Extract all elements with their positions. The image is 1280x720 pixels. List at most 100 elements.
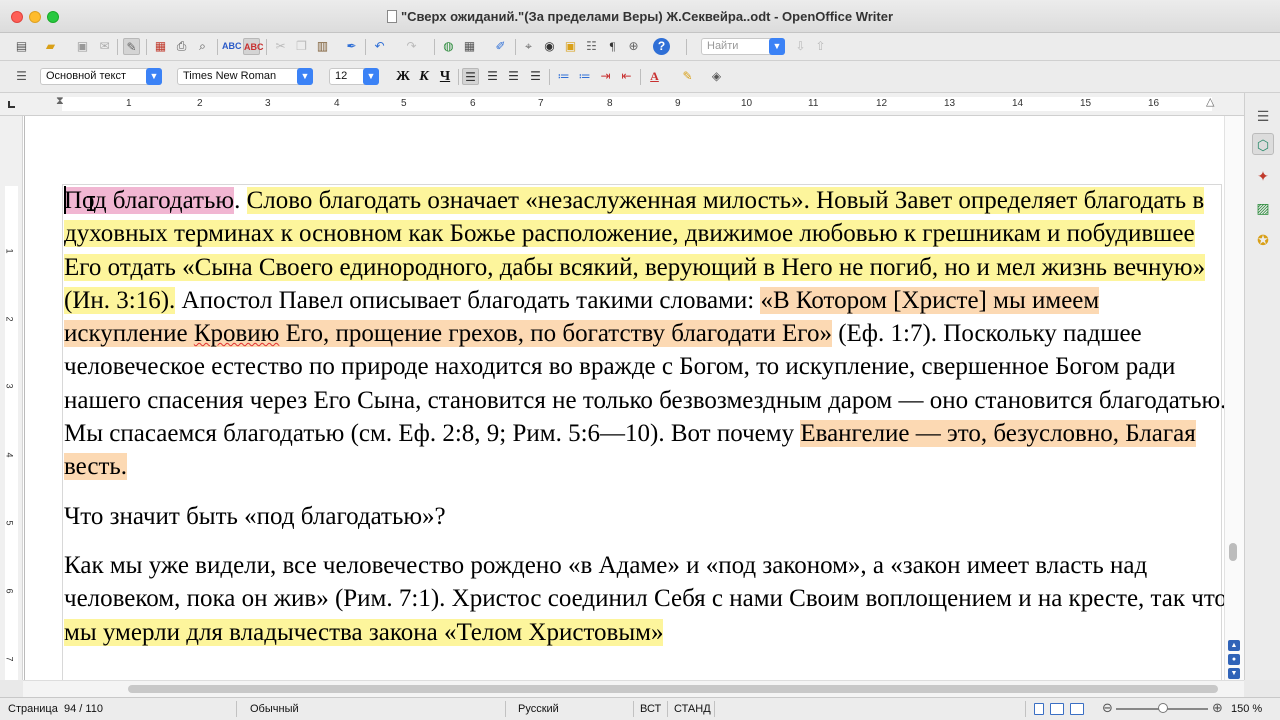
multi-page-view-icon[interactable]	[1050, 703, 1064, 715]
find-input[interactable]: Найти ▼	[701, 38, 785, 55]
open-icon[interactable]: ▰	[42, 38, 59, 55]
format-paintbrush-icon[interactable]: ✒	[343, 38, 360, 55]
export-pdf-icon[interactable]: ▦	[152, 38, 169, 55]
sidebar: ☰ ⬡ ✦ ▨ ✪	[1244, 93, 1280, 680]
print-preview-icon[interactable]: ⌕	[194, 38, 211, 55]
font-name-dropdown-icon[interactable]: ▼	[297, 68, 313, 85]
help-icon[interactable]: ?	[653, 38, 670, 55]
increase-indent-icon[interactable]: ⇥	[597, 68, 614, 85]
copy-icon[interactable]: ❐	[293, 38, 310, 55]
zoom-out-icon[interactable]: ⊖	[1102, 700, 1113, 716]
font-size-dropdown-icon[interactable]: ▼	[363, 68, 379, 85]
hyperlink-icon[interactable]: ◍	[440, 38, 457, 55]
font-color-icon[interactable]: A	[646, 68, 663, 85]
edit-file-icon[interactable]: ✎	[123, 38, 140, 55]
paste-icon[interactable]: ▥	[314, 38, 331, 55]
italic-button[interactable]: К	[415, 68, 433, 86]
new-document-icon[interactable]: ▤	[13, 38, 30, 55]
background-color-icon[interactable]: ◈	[708, 68, 725, 85]
page-label: Страница	[8, 703, 58, 715]
bold-button[interactable]: Ж	[394, 68, 412, 86]
paragraph-question[interactable]: Что значит быть «под благодатью»?	[64, 500, 1229, 533]
book-view-icon[interactable]	[1070, 703, 1084, 715]
decrease-indent-icon[interactable]: ⇤	[618, 68, 635, 85]
vertical-scrollbar[interactable]: ▲ ● ▼	[1224, 116, 1244, 680]
find-replace-icon[interactable]: ⌖	[520, 38, 537, 55]
print-icon[interactable]: ⎙	[173, 38, 190, 55]
next-page-icon[interactable]: ▼	[1228, 668, 1240, 679]
zoom-slider-handle[interactable]	[1158, 703, 1168, 713]
previous-page-icon[interactable]: ▲	[1228, 640, 1240, 651]
save-icon[interactable]: ▣	[74, 38, 91, 55]
align-center-icon[interactable]: ☰	[484, 68, 501, 85]
properties-icon[interactable]: ⬡	[1252, 133, 1274, 155]
ruler-number: 13	[944, 98, 956, 109]
find-previous-icon[interactable]: ⇧	[812, 38, 829, 55]
ruler-band	[62, 97, 1212, 111]
horizontal-ruler[interactable]: 1 2 3 4 5 6 7 8 9 10 11 12 13 14 15 16 ⧗…	[0, 93, 1244, 116]
styles-formatting-icon[interactable]: ☰	[13, 68, 30, 85]
navigator-icon[interactable]: ✪	[1252, 229, 1274, 251]
document-icon	[386, 10, 397, 23]
navigator-icon[interactable]: ◉	[541, 38, 558, 55]
zoom-in-icon[interactable]: ⊕	[1212, 700, 1223, 716]
zoom-icon[interactable]: ⊕	[625, 38, 642, 55]
nonprinting-characters-icon[interactable]: ¶	[604, 38, 621, 55]
align-left-icon[interactable]: ☰	[462, 68, 479, 85]
numbering-icon[interactable]: ≔	[555, 68, 572, 85]
paragraph-adam[interactable]: Как мы уже видели, все человечество рожд…	[64, 549, 1229, 649]
find-dropdown-icon[interactable]: ▼	[769, 38, 785, 55]
font-size-select[interactable]: 12 ▼	[329, 68, 379, 85]
tab-type-icon[interactable]	[8, 101, 15, 108]
paragraph-style-select[interactable]: Основной текст ▼	[40, 68, 162, 85]
navigation-icon[interactable]: ●	[1228, 654, 1240, 665]
vertical-scroll-thumb[interactable]	[1229, 543, 1237, 561]
cut-icon[interactable]: ✂	[272, 38, 289, 55]
spelling-error[interactable]: Кровию	[194, 320, 280, 347]
find-next-icon[interactable]: ⇩	[792, 38, 809, 55]
document-canvas[interactable]: I Под благодатью. Слово благодать означа…	[23, 116, 1244, 680]
undo-icon[interactable]: ↶	[371, 38, 388, 55]
document-body[interactable]: I Под благодатью. Слово благодать означа…	[64, 184, 1229, 649]
horizontal-scrollbar[interactable]	[23, 680, 1244, 697]
page-style[interactable]: Обычный	[250, 703, 299, 715]
insert-mode[interactable]: ВСТ	[640, 703, 661, 715]
align-right-icon[interactable]: ☰	[505, 68, 522, 85]
styles-icon[interactable]: ✦	[1252, 165, 1274, 187]
paragraph-under-grace[interactable]: Под благодатью. Слово благодать означает…	[64, 184, 1229, 484]
bullets-icon[interactable]: ≔	[576, 68, 593, 85]
justify-icon[interactable]: ☰	[527, 68, 544, 85]
right-indent-marker[interactable]: △	[1206, 95, 1214, 108]
vruler-number: 5	[4, 520, 15, 526]
data-sources-icon[interactable]: ☷	[583, 38, 600, 55]
redo-icon[interactable]: ↷	[403, 38, 420, 55]
zoom-level[interactable]: 150 %	[1231, 703, 1262, 715]
underline-button[interactable]: Ч	[436, 68, 454, 86]
ruler-number: 14	[1012, 98, 1024, 109]
single-page-view-icon[interactable]	[1034, 703, 1044, 715]
left-indent-marker[interactable]: ⧗	[56, 95, 64, 108]
gallery-icon[interactable]: ▣	[562, 38, 579, 55]
table-icon[interactable]: ▦	[461, 38, 478, 55]
email-icon[interactable]: ✉	[96, 38, 113, 55]
font-size-value: 12	[335, 70, 348, 82]
auto-spellcheck-icon[interactable]: ABC	[243, 38, 264, 55]
font-name-select[interactable]: Times New Roman ▼	[177, 68, 313, 85]
language[interactable]: Русский	[518, 703, 559, 715]
draw-functions-icon[interactable]: ✐	[492, 38, 509, 55]
window-title-text: "Сверх ожиданий."(За пределами Веры) Ж.С…	[400, 9, 894, 24]
sidebar-menu-icon[interactable]: ☰	[1252, 105, 1274, 127]
vruler-number: 2	[4, 316, 15, 322]
vruler-number: 4	[4, 452, 15, 458]
highlighting-icon[interactable]: ✎	[679, 68, 696, 85]
horizontal-scroll-thumb[interactable]	[128, 685, 1218, 693]
page-count[interactable]: 94 / 110	[64, 703, 103, 715]
window-title: "Сверх ожиданий."(За пределами Веры) Ж.С…	[0, 9, 1280, 24]
vertical-ruler[interactable]: 1 2 3 4 5 6 7	[0, 116, 23, 680]
paragraph-style-dropdown-icon[interactable]: ▼	[146, 68, 162, 85]
spellcheck-icon[interactable]: ABC	[222, 38, 242, 55]
gallery-icon[interactable]: ▨	[1252, 197, 1274, 219]
vruler-number: 1	[4, 248, 15, 254]
highlight-died-to-law: мы умерли для владычества закона «Телом …	[64, 618, 664, 646]
selection-mode[interactable]: СТАНД	[674, 703, 711, 715]
